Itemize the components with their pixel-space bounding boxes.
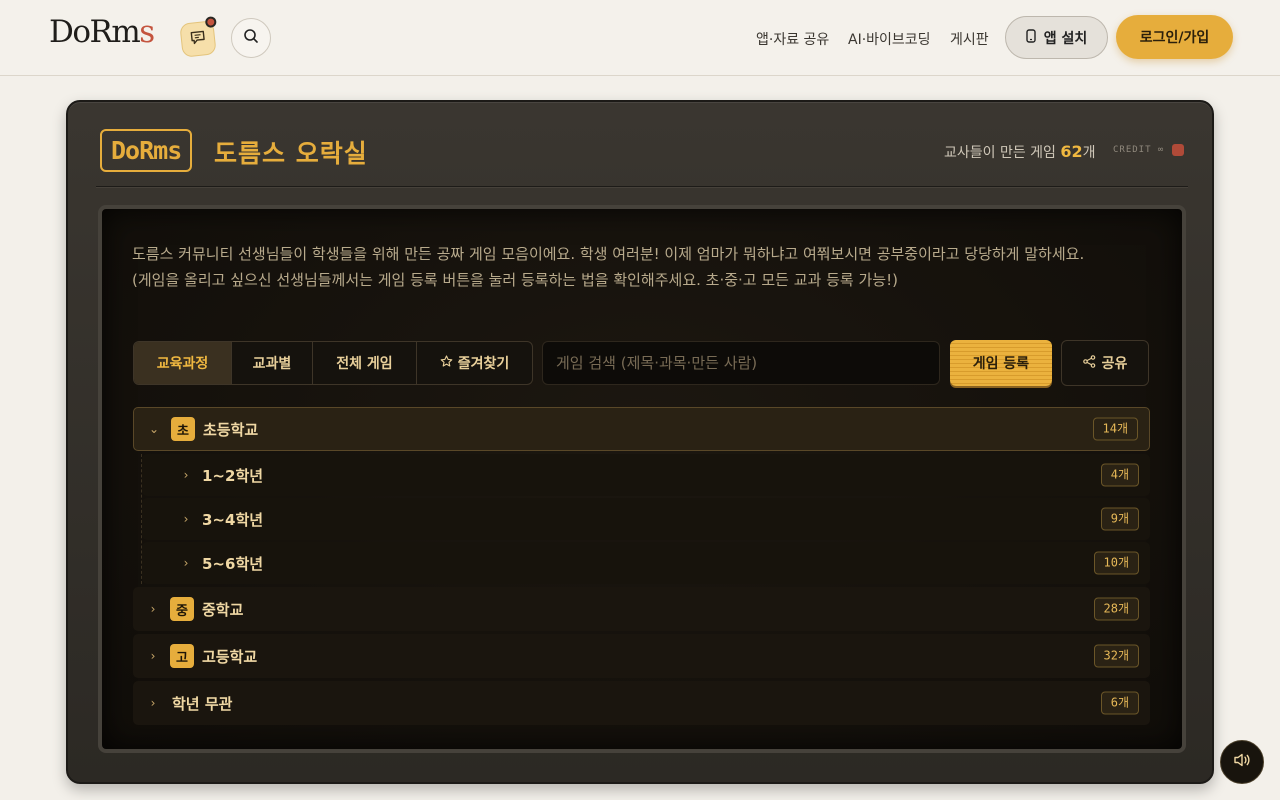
elementary-children: › 1~2학년 4개 › 3~4학년 9개 › 5~6학년 10개 xyxy=(141,454,1150,584)
chevron-right-icon: › xyxy=(183,512,189,526)
middle-school-icon: 중 xyxy=(170,597,194,621)
count-badge: 28개 xyxy=(1093,597,1139,621)
chat-bubble-icon xyxy=(189,29,207,50)
tab-by-subject[interactable]: 교과별 xyxy=(232,342,313,384)
star-icon xyxy=(440,354,453,372)
search-icon xyxy=(243,28,259,48)
tree-item-label: 3~4학년 xyxy=(202,510,264,529)
chevron-down-icon: ⌄ xyxy=(148,422,160,436)
tab-favorites-label: 즐겨찾기 xyxy=(457,356,510,372)
view-tabs: 교육과정 교과별 전체 게임 즐겨찾기 xyxy=(133,341,533,385)
top-navigation-bar: DoRms 앱·자료 공유 AI·바이브코딩 게시판 앱 설치 로그인/가입 xyxy=(0,0,1280,76)
game-count-value: 62 xyxy=(1060,142,1083,161)
register-game-button[interactable]: 게임 등록 xyxy=(950,340,1052,386)
logo-text: DoRm xyxy=(49,14,141,50)
nav-link-ai[interactable]: AI·바이브코딩 xyxy=(848,29,931,49)
game-count: 교사들이 만든 게임 62개 xyxy=(944,142,1096,162)
curriculum-tree: ⌄ 초 초등학교 14개 › 1~2학년 4개 › 3~4학년 9개 › 5~6… xyxy=(133,407,1150,728)
arcade-description: 도름스 커뮤니티 선생님들이 학생들을 위해 만든 공짜 게임 모음이에요. 학… xyxy=(132,245,1085,289)
cabinet-divider xyxy=(96,186,1188,188)
tree-item-middle-school[interactable]: › 중 중학교 28개 xyxy=(133,587,1150,631)
arcade-title: 도름스 오락실 xyxy=(214,139,368,168)
game-count-prefix: 교사들이 만든 게임 xyxy=(944,145,1061,161)
count-badge: 10개 xyxy=(1093,551,1139,575)
tree-item-label: 1~2학년 xyxy=(202,466,264,485)
search-button[interactable] xyxy=(231,18,271,58)
share-button[interactable]: 공유 xyxy=(1061,340,1149,386)
chevron-right-icon: › xyxy=(150,602,156,616)
chevron-right-icon: › xyxy=(150,649,156,663)
share-icon xyxy=(1082,354,1096,372)
tab-favorites[interactable]: 즐겨찾기 xyxy=(417,342,532,384)
count-badge: 14개 xyxy=(1092,417,1138,441)
tab-curriculum[interactable]: 교육과정 xyxy=(134,342,232,384)
high-school-icon: 고 xyxy=(170,644,194,668)
tree-item-elementary[interactable]: ⌄ 초 초등학교 14개 xyxy=(133,407,1150,451)
arcade-cabinet: DoRms 도름스 오락실 교사들이 만든 게임 62개 CREDIT ∞ 도름… xyxy=(66,100,1214,784)
count-badge: 9개 xyxy=(1100,507,1139,531)
tree-item-label: 초등학교 xyxy=(203,420,259,439)
arcade-badge: DoRms xyxy=(100,129,193,172)
tree-item-high-school[interactable]: › 고 고등학교 32개 xyxy=(133,634,1150,678)
install-app-button[interactable]: 앱 설치 xyxy=(1005,16,1108,59)
nav-link-apps[interactable]: 앱·자료 공유 xyxy=(756,29,829,49)
credit-led-indicator xyxy=(1172,144,1184,156)
game-count-suffix: 개 xyxy=(1082,145,1096,161)
game-search-input[interactable] xyxy=(542,341,940,385)
credit-label: CREDIT ∞ xyxy=(1113,145,1165,155)
chevron-right-icon: › xyxy=(183,556,189,570)
phone-icon xyxy=(1026,28,1036,47)
count-badge: 6개 xyxy=(1100,691,1139,715)
elementary-icon: 초 xyxy=(171,417,195,441)
count-badge: 4개 xyxy=(1100,463,1139,487)
count-badge: 32개 xyxy=(1093,644,1139,668)
tree-item-label: 학년 무관 xyxy=(172,694,233,713)
tree-item-label: 고등학교 xyxy=(202,647,258,666)
tab-all-games[interactable]: 전체 게임 xyxy=(313,342,417,384)
chat-button[interactable] xyxy=(179,16,217,58)
tree-item-grade-1-2[interactable]: › 1~2학년 4개 xyxy=(142,454,1150,496)
tree-item-label: 5~6학년 xyxy=(202,554,264,573)
login-signup-button[interactable]: 로그인/가입 xyxy=(1116,15,1233,59)
notification-dot xyxy=(204,16,217,29)
tree-item-any-grade[interactable]: › 학년 무관 6개 xyxy=(133,681,1150,725)
logo-accent: s xyxy=(139,14,155,50)
arcade-screen: 도름스 커뮤니티 선생님들이 학생들을 위해 만든 공짜 게임 모음이에요. 학… xyxy=(98,205,1186,753)
speaker-icon xyxy=(1233,752,1251,772)
chevron-right-icon: › xyxy=(150,696,156,710)
tree-item-label: 중학교 xyxy=(202,600,244,619)
tree-item-grade-5-6[interactable]: › 5~6학년 10개 xyxy=(142,542,1150,584)
share-label: 공유 xyxy=(1101,356,1128,372)
chevron-right-icon: › xyxy=(183,468,189,482)
tree-item-grade-3-4[interactable]: › 3~4학년 9개 xyxy=(142,498,1150,540)
install-app-label: 앱 설치 xyxy=(1043,30,1088,47)
nav-link-board[interactable]: 게시판 xyxy=(950,29,989,49)
dorms-logo[interactable]: DoRms xyxy=(49,14,155,50)
sound-toggle-button[interactable] xyxy=(1220,740,1264,784)
